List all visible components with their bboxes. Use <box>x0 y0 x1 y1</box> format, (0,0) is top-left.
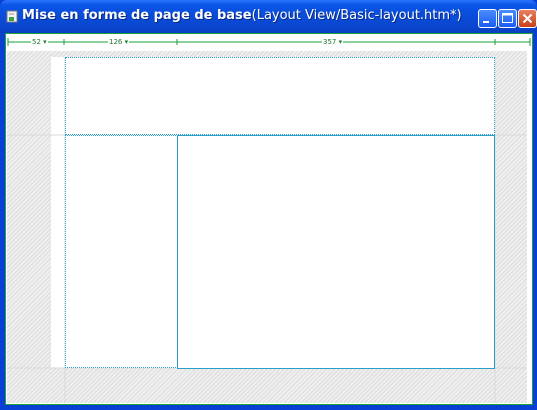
application-window: Mise en forme de page de base(Layout Vie… <box>0 0 537 410</box>
close-button[interactable] <box>518 9 537 28</box>
title-bar[interactable]: Mise en forme de page de base(Layout Vie… <box>0 0 537 33</box>
layout-view: 52 ▾ 126 ▾ 357 ▾ <box>5 33 533 405</box>
close-icon <box>522 13 533 24</box>
content-cell[interactable] <box>177 135 495 369</box>
layout-design-area <box>7 51 527 403</box>
window-title: Mise en forme de page de base(Layout Vie… <box>22 8 462 24</box>
ruler-col1-width[interactable]: 52 ▾ <box>31 38 48 46</box>
window-title-path: (Layout View/Basic-layout.htm*) <box>251 8 462 23</box>
maximize-button[interactable] <box>498 9 517 28</box>
header-cell[interactable] <box>65 57 495 135</box>
sidebar-cell[interactable] <box>65 135 178 368</box>
column-width-ruler: 52 ▾ 126 ▾ 357 ▾ <box>7 35 531 51</box>
maximize-icon <box>502 13 513 23</box>
window-title-name: Mise en forme de page de base <box>22 8 252 23</box>
minimize-button[interactable] <box>478 9 497 28</box>
minimize-icon <box>483 21 489 23</box>
ruler-lines <box>7 38 531 46</box>
ruler-col2-width[interactable]: 126 ▾ <box>108 38 130 46</box>
page-icon <box>6 10 18 23</box>
ruler-col3-width[interactable]: 357 ▾ <box>322 38 344 46</box>
